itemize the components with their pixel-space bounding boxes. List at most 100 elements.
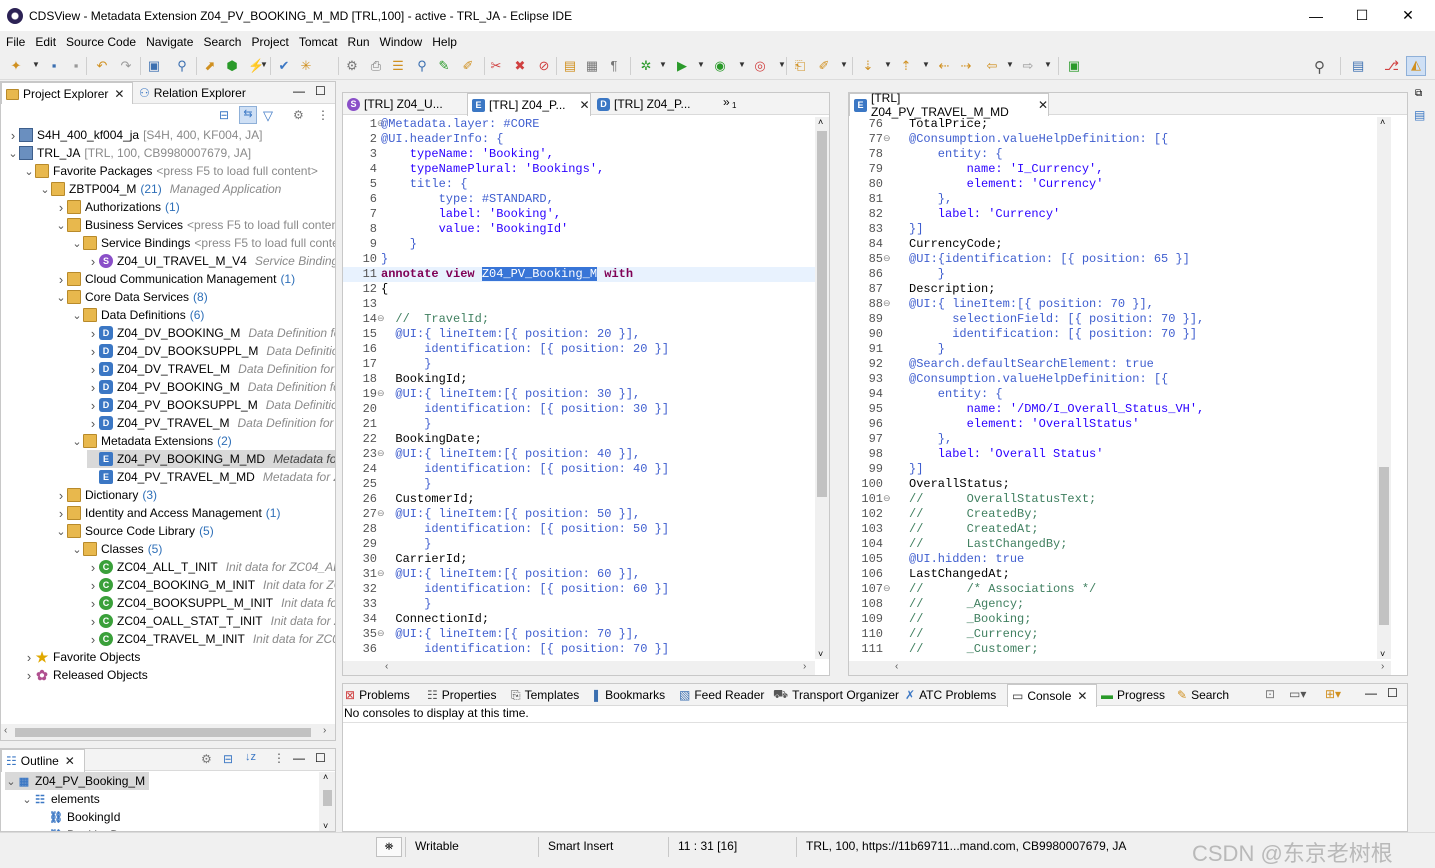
dropdown-arrow-icon[interactable]: ▼ [738, 60, 746, 69]
close-icon[interactable]: ✕ [1038, 98, 1048, 112]
scroll-left-icon[interactable]: ‹ [895, 661, 898, 672]
tab-properties[interactable]: ☷ Properties [427, 684, 507, 706]
save-all-icon[interactable]: ▪ [68, 58, 84, 74]
open-console-icon[interactable]: ⊞▾ [1325, 687, 1341, 701]
expand-chevron-icon[interactable]: › [87, 326, 99, 341]
menu-search[interactable]: Search [198, 35, 246, 49]
expand-chevron-icon[interactable]: › [55, 200, 67, 215]
editor-horizontal-scrollbar[interactable]: ‹ › [343, 661, 815, 675]
global-search-icon[interactable]: ⚲ [1314, 58, 1330, 76]
print-icon[interactable]: ⎙ [368, 58, 384, 74]
tab-progress[interactable]: ▬ Progress [1101, 684, 1173, 706]
expand-chevron-icon[interactable]: › [87, 416, 99, 431]
expand-chevron-icon[interactable]: › [87, 560, 99, 575]
run-icon[interactable]: ▶ [674, 58, 690, 74]
check-icon[interactable]: ✔ [276, 58, 292, 74]
skip-all-icon[interactable]: ⊘ [536, 58, 552, 74]
scroll-right-icon[interactable]: › [323, 725, 326, 736]
collapse-chevron-icon[interactable]: ⌄ [5, 775, 17, 788]
activate-all-icon[interactable]: ✳ [298, 58, 314, 74]
tree-item[interactable]: ⌄ ZBTP004_M (21) Managed Application [39, 180, 281, 198]
menu-window[interactable]: Window [375, 35, 428, 49]
tab-templates[interactable]: ⎘ Templates [511, 684, 587, 706]
link-with-editor-icon[interactable]: ⇆ [239, 106, 257, 124]
menu-file[interactable]: File [0, 35, 30, 49]
tree-item[interactable]: ›D Z04_DV_BOOKSUPPL_M Data Definition [87, 342, 335, 360]
editor-tab-travel[interactable]: E [TRL] Z04_PV_TRAVEL_M_MD ✕ [849, 91, 1049, 119]
open-perspective-icon[interactable]: ▣ [1066, 58, 1082, 74]
collapse-chevron-icon[interactable]: ⌄ [7, 147, 19, 160]
tree-item[interactable]: › ✿ Released Objects [23, 666, 148, 684]
tab-bookmarks[interactable]: ❚ Bookmarks [591, 684, 675, 706]
debug-tools-icon[interactable]: ⚲ [174, 58, 190, 74]
tree-item[interactable]: ⌄ Data Definitions (6) [71, 306, 204, 324]
menu-project[interactable]: Project [246, 35, 293, 49]
tree-item[interactable]: ›C ZC04_ALL_T_INIT Init data for ZC04_ALL_ [87, 558, 335, 576]
minimize-button[interactable]: — [1293, 0, 1339, 31]
maximize-view-icon[interactable]: ☐ [315, 84, 326, 98]
scrollbar-thumb[interactable] [323, 790, 332, 806]
tree-item[interactable]: › D Z04_PV_BOOKING_M Data Definition for [87, 378, 335, 396]
expand-chevron-icon[interactable]: › [87, 362, 99, 377]
editor-horizontal-scrollbar[interactable]: ‹ › [849, 661, 1391, 675]
menu-tomcat[interactable]: Tomcat [294, 35, 343, 49]
maximize-button[interactable]: ☐ [1339, 0, 1385, 31]
search-object-icon[interactable]: ⚲ [414, 58, 430, 74]
fold-toggle-icon[interactable]: ⊖ [883, 492, 893, 507]
new-icon[interactable]: ✦ [8, 58, 24, 74]
dropdown-arrow-icon[interactable]: ▼ [1006, 60, 1014, 69]
toggle-highlight-icon[interactable]: ✐ [460, 58, 476, 74]
perspective-abap-icon[interactable]: ⎇ [1384, 58, 1400, 74]
tree-item[interactable]: E Z04_PV_TRAVEL_M_MD Metadata for Z0 [87, 468, 335, 486]
expand-chevron-icon[interactable]: › [55, 488, 67, 503]
tree-item[interactable]: › D Z04_DV_TRAVEL_M Data Definition for Z [87, 360, 335, 378]
collapse-chevron-icon[interactable]: ⌄ [71, 435, 83, 448]
dropdown-arrow-icon[interactable]: ▼ [32, 60, 40, 69]
expand-chevron-icon[interactable]: › [7, 128, 19, 143]
breakpoint-icon[interactable]: ✂ [488, 58, 504, 74]
editor-tab-3[interactable]: D [TRL] Z04_P... [593, 93, 715, 115]
collapse-chevron-icon[interactable]: ⌄ [55, 291, 67, 304]
open-task-icon[interactable]: ⎗ [792, 58, 808, 74]
maximize-view-icon[interactable]: ☐ [315, 751, 326, 765]
open-console-icon[interactable]: ▣ [146, 58, 162, 74]
collapse-chevron-icon[interactable]: ⌄ [71, 237, 83, 250]
external-tools-icon[interactable]: ◎ [752, 58, 768, 74]
dropdown-arrow-icon[interactable]: ▼ [260, 60, 268, 69]
tree-item[interactable]: ›S Z04_UI_TRAVEL_M_V4 Service Binding ( [87, 252, 335, 270]
scroll-down-icon[interactable]: ˅ [323, 821, 328, 831]
tab-project-explorer[interactable]: Project Explorer ✕ [1, 82, 133, 105]
tree-item[interactable]: ⌄ TRL_JA [TRL, 100, CB9980007679, JA] [7, 144, 251, 162]
scroll-right-icon[interactable]: › [1381, 661, 1384, 672]
tree-item[interactable]: › Authorizations (1) [55, 198, 180, 216]
dropdown-arrow-icon[interactable]: ▼ [1044, 60, 1052, 69]
outline-item[interactable]: ⛓ BookingDate [37, 826, 136, 831]
tab-problems[interactable]: ⊠ Problems [345, 684, 423, 706]
expand-chevron-icon[interactable]: › [23, 650, 35, 665]
back-icon[interactable]: ⇦ [984, 58, 1000, 74]
fold-toggle-icon[interactable]: ⊖ [883, 132, 893, 147]
dropdown-arrow-icon[interactable]: ▼ [697, 60, 705, 69]
expand-chevron-icon[interactable]: › [87, 254, 99, 269]
tree-item[interactable]: ⌄ Core Data Services (8) [55, 288, 208, 306]
mark-occurrences-icon[interactable]: ✎ [436, 58, 452, 74]
collapse-chevron-icon[interactable]: ⌄ [71, 543, 83, 556]
perspective-active-icon[interactable]: ◭ [1406, 56, 1426, 76]
fold-toggle-icon[interactable]: ⊖ [883, 252, 893, 267]
scrollbar-thumb[interactable] [1379, 467, 1389, 625]
open-type-icon[interactable]: ☰ [390, 58, 406, 74]
tree-item[interactable]: › Identity and Access Management (1) [55, 504, 281, 522]
collapse-all-icon[interactable]: ⊟ [223, 752, 233, 766]
last-edit-icon[interactable]: ⇠ [936, 58, 952, 74]
view-menu-icon[interactable]: ⋮ [317, 108, 333, 124]
tree-item[interactable]: ›C ZC04_BOOKING_M_INIT Init data for ZC0 [87, 576, 335, 594]
collapse-chevron-icon[interactable]: ⌄ [55, 219, 67, 232]
fold-toggle-icon[interactable]: ⊖ [883, 582, 893, 597]
collapse-chevron-icon[interactable]: ⌄ [23, 165, 35, 178]
dropdown-arrow-icon[interactable]: ▼ [840, 60, 848, 69]
collapse-chevron-icon[interactable]: ⌄ [21, 793, 33, 806]
menu-source-code[interactable]: Source Code [61, 35, 141, 49]
scroll-down-icon[interactable]: ˅ [1380, 649, 1385, 659]
perspective-java-icon[interactable]: ▤ [1352, 58, 1368, 74]
show-whitespace-icon[interactable]: ¶ [606, 58, 622, 74]
